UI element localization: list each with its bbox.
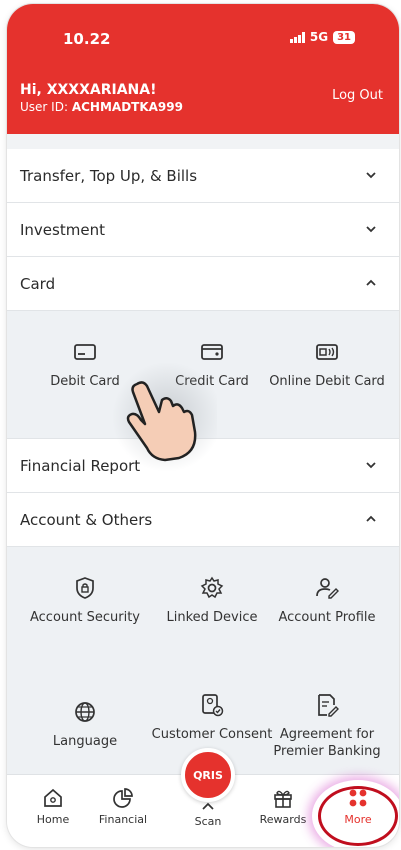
chevron-up-icon bbox=[366, 515, 376, 522]
nav-label: Home bbox=[36, 813, 70, 826]
tile-label: Linked Device bbox=[166, 610, 258, 625]
globe-icon bbox=[75, 702, 95, 722]
tile-label: Customer Consent bbox=[151, 727, 273, 742]
qris-scan-button[interactable]: QRIS bbox=[181, 748, 235, 802]
signal-icon bbox=[289, 31, 305, 43]
section-transfer[interactable]: Transfer, Top Up, & Bills bbox=[7, 149, 399, 203]
status-indicators: 5G 31 bbox=[289, 30, 355, 44]
document-edit-icon bbox=[318, 694, 339, 717]
greeting-text: Hi, XXXXARIANA! bbox=[20, 82, 157, 98]
nav-rewards[interactable]: Rewards bbox=[251, 787, 315, 826]
language-item[interactable]: Language bbox=[20, 699, 150, 750]
section-title: Transfer, Top Up, & Bills bbox=[20, 166, 198, 185]
chevron-down-icon bbox=[366, 226, 376, 233]
nav-label: Scan bbox=[194, 815, 222, 828]
user-edit-icon bbox=[316, 578, 339, 599]
section-title: Card bbox=[20, 274, 56, 293]
nav-home[interactable]: Home bbox=[21, 787, 85, 826]
chevron-down-icon bbox=[366, 172, 376, 179]
network-type: 5G bbox=[309, 30, 329, 44]
pie-chart-icon bbox=[113, 788, 133, 808]
tile-label: Agreement for Premier Banking bbox=[273, 727, 381, 759]
tile-label: Account Profile bbox=[278, 610, 376, 625]
section-title: Investment bbox=[20, 220, 105, 239]
chevron-down-icon bbox=[366, 462, 376, 469]
nav-financial[interactable]: Financial bbox=[91, 787, 155, 826]
phone-screen: 10.22 5G 31 Hi, XXXXARIANA! User ID: ACH… bbox=[7, 4, 399, 847]
nav-label: Financial bbox=[98, 813, 148, 826]
section-investment[interactable]: Investment bbox=[7, 203, 399, 257]
menu-list: Transfer, Top Up, & Bills Investment Car… bbox=[7, 149, 399, 807]
section-card[interactable]: Card bbox=[7, 257, 399, 311]
qris-logo: QRIS bbox=[193, 768, 223, 782]
tile-label: Online Debit Card bbox=[269, 374, 385, 389]
user-id-label: User ID: bbox=[20, 100, 68, 114]
account-security-item[interactable]: Account Security bbox=[20, 575, 150, 626]
chevron-up-icon bbox=[202, 802, 214, 810]
consent-icon bbox=[202, 694, 224, 717]
more-highlight-circle bbox=[318, 786, 398, 846]
tile-label: Account Security bbox=[29, 610, 140, 625]
tile-label: Language bbox=[52, 734, 118, 749]
tap-hand-icon bbox=[112, 362, 217, 472]
linked-device-item[interactable]: Linked Device bbox=[147, 575, 277, 626]
status-time: 10.22 bbox=[63, 30, 111, 48]
user-id-value: ACHMADTKA999 bbox=[71, 100, 183, 114]
section-title: Account & Others bbox=[20, 510, 153, 529]
gift-icon bbox=[274, 790, 292, 808]
battery-icon: 31 bbox=[333, 30, 355, 44]
logout-button[interactable]: Log Out bbox=[332, 88, 383, 103]
nav-label: Rewards bbox=[259, 813, 307, 826]
debit-card-icon bbox=[74, 344, 96, 360]
home-icon bbox=[44, 788, 62, 807]
chevron-up-icon bbox=[366, 279, 376, 286]
online-debit-card-icon bbox=[316, 344, 338, 360]
premier-agreement-item[interactable]: Agreement for Premier Banking bbox=[262, 692, 392, 760]
online-debit-card-item[interactable]: Online Debit Card bbox=[262, 339, 392, 390]
user-id: User ID: ACHMADTKA999 bbox=[20, 100, 183, 114]
gear-icon bbox=[200, 576, 224, 599]
nav-scan[interactable]: Scan bbox=[176, 801, 240, 828]
shield-lock-icon bbox=[76, 577, 94, 599]
section-account-others[interactable]: Account & Others bbox=[7, 493, 399, 547]
account-profile-item[interactable]: Account Profile bbox=[262, 575, 392, 626]
customer-consent-item[interactable]: Customer Consent bbox=[147, 692, 277, 743]
app-header: 10.22 5G 31 Hi, XXXXARIANA! User ID: ACH… bbox=[7, 4, 399, 134]
